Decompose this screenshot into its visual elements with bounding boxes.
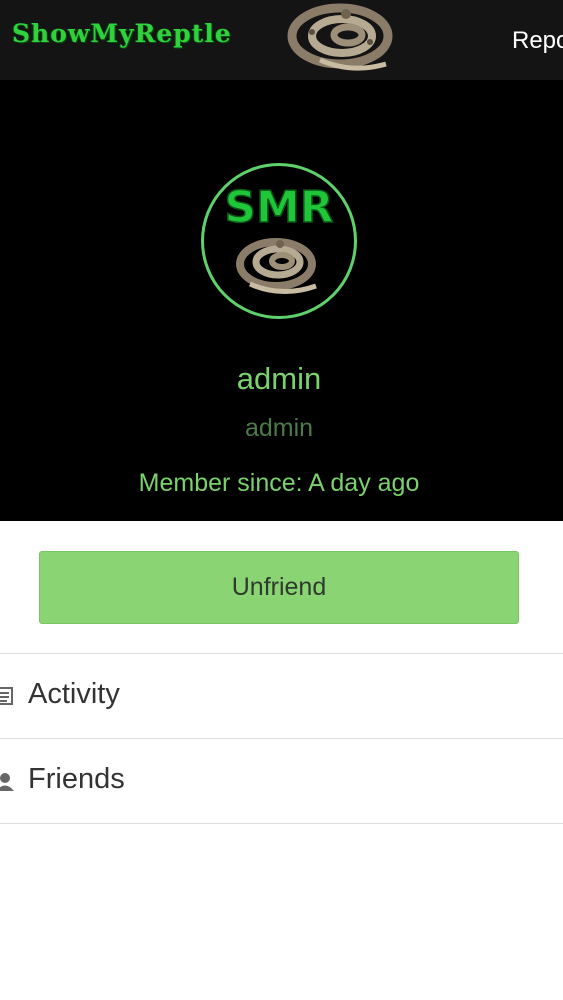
menu-item-activity[interactable]: Activity: [0, 654, 563, 739]
avatar: SMR: [201, 163, 357, 319]
friends-user-icon: [0, 773, 14, 791]
profile-display-name: admin: [236, 361, 322, 396]
profile-page: ShowMyReptle Repo SMR admin admin Member…: [0, 0, 563, 1000]
smr-logo-icon: SMR: [224, 181, 334, 295]
menu-item-label: Activity: [28, 678, 120, 710]
profile-menu-list: Activity Friends: [0, 653, 563, 824]
member-since-text: Member since: A day ago: [138, 469, 420, 497]
unfriend-button[interactable]: Unfriend: [39, 551, 519, 624]
profile-username: admin: [244, 414, 314, 442]
menu-item-friends[interactable]: Friends: [0, 739, 563, 824]
site-logo-text[interactable]: ShowMyReptle: [12, 19, 232, 48]
nav-link-reports[interactable]: Repo: [512, 27, 563, 55]
top-navbar: ShowMyReptle Repo: [0, 0, 563, 80]
snake-logo-icon[interactable]: [282, 2, 400, 72]
profile-header: SMR admin admin Member since: A day ago: [0, 80, 563, 521]
menu-item-label: Friends: [28, 763, 125, 795]
snake-coil-icon: [236, 238, 317, 295]
activity-list-icon: [0, 687, 13, 705]
avatar-logo-text: SMR: [224, 182, 333, 233]
